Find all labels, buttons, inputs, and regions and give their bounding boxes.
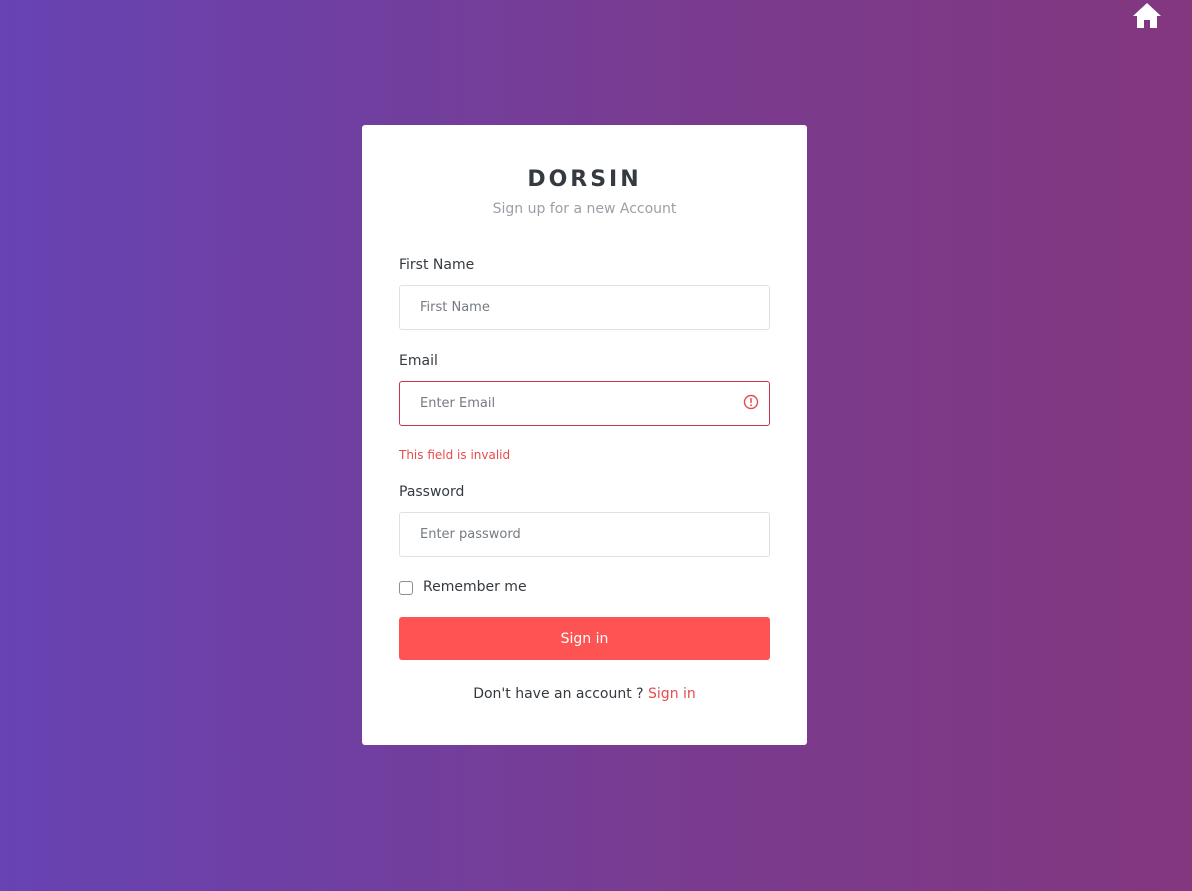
email-input[interactable] — [399, 381, 770, 426]
first-name-input[interactable] — [399, 285, 770, 330]
first-name-label: First Name — [399, 257, 475, 273]
signup-card: DORSIN Sign up for a new Account First N… — [362, 125, 807, 745]
brand-logo: DORSIN — [527, 167, 642, 192]
home-link[interactable] — [1130, 0, 1164, 30]
email-error-message: This field is invalid — [399, 448, 511, 462]
password-input[interactable] — [399, 512, 770, 557]
footer-text: Don't have an account ? — [473, 686, 644, 702]
remember-me-label[interactable]: Remember me — [423, 579, 527, 595]
remember-me-checkbox[interactable] — [399, 581, 413, 595]
page-subtitle: Sign up for a new Account — [492, 201, 677, 217]
email-label: Email — [399, 353, 438, 369]
signup-footer: Don't have an account ? Sign in — [362, 686, 807, 702]
home-icon — [1133, 3, 1161, 28]
sign-in-button[interactable]: Sign in — [399, 617, 770, 660]
password-label: Password — [399, 484, 465, 500]
footer-sign-in-link[interactable]: Sign in — [648, 686, 696, 702]
error-circle-icon — [743, 394, 759, 410]
